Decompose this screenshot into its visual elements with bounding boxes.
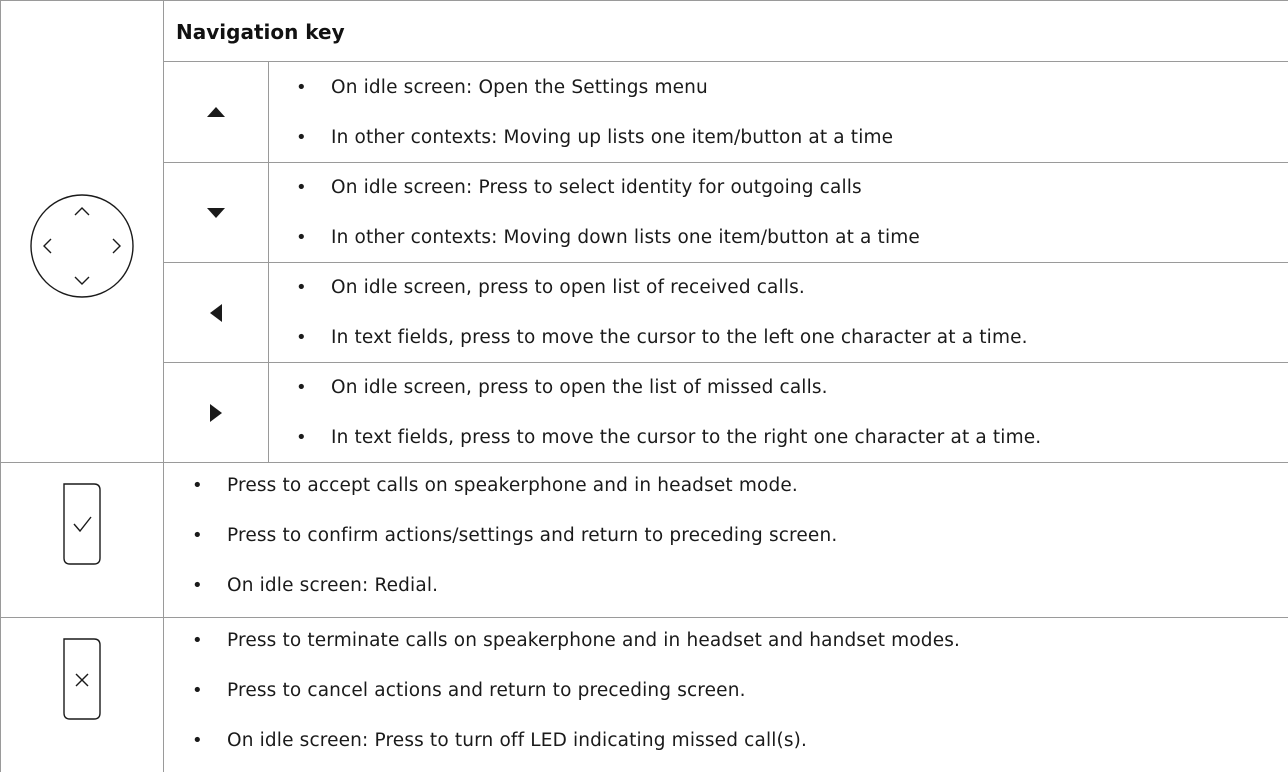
- bullet: •: [296, 226, 307, 248]
- bullet: •: [192, 574, 203, 596]
- up-arrow-icon: [164, 62, 268, 162]
- bullet: •: [296, 76, 307, 98]
- bullet: •: [296, 126, 307, 148]
- list-item: • Press to accept calls on speakerphone …: [192, 470, 798, 500]
- table-top-border: [0, 0, 1288, 1]
- bullet-text: In text fields, press to move the cursor…: [331, 426, 1042, 448]
- bullet-text: Press to accept calls on speakerphone an…: [227, 474, 798, 496]
- bullet: •: [192, 729, 203, 751]
- title-underline: [163, 61, 1288, 62]
- bullet-text: In text fields, press to move the cursor…: [331, 326, 1028, 348]
- bullet: •: [192, 474, 203, 496]
- bullet-text: In other contexts: Moving down lists one…: [331, 226, 920, 248]
- bullet: •: [296, 176, 307, 198]
- list-item: • Press to terminate calls on speakerpho…: [192, 625, 960, 655]
- bullet-text: On idle screen, press to open list of re…: [331, 276, 805, 298]
- nav-row-divider-3: [163, 362, 1288, 363]
- nav-row-divider-1: [163, 162, 1288, 163]
- list-item: • On idle screen: Open the Settings menu: [296, 72, 708, 102]
- list-item: • In text fields, press to move the curs…: [296, 322, 1028, 352]
- bullet-text: Press to confirm actions/settings and re…: [227, 524, 838, 546]
- left-arrow-icon: [164, 263, 268, 362]
- bullet-text: On idle screen: Open the Settings menu: [331, 76, 708, 98]
- bullet-text: On idle screen: Press to select identity…: [331, 176, 862, 198]
- down-arrow-icon: [164, 163, 268, 262]
- list-item: • On idle screen: Redial.: [192, 570, 438, 600]
- list-item: • On idle screen: Press to turn off LED …: [192, 725, 807, 755]
- bullet-text: On idle screen, press to open the list o…: [331, 376, 828, 398]
- list-item: • On idle screen, press to open list of …: [296, 272, 805, 302]
- list-item: • On idle screen, press to open the list…: [296, 372, 828, 402]
- table-left-border: [0, 0, 1, 772]
- list-item: • Press to cancel actions and return to …: [192, 675, 746, 705]
- cross-key-icon: [60, 635, 104, 723]
- bullet: •: [192, 679, 203, 701]
- bullet: •: [192, 524, 203, 546]
- checkmark-key-icon: [60, 480, 104, 568]
- list-item: • On idle screen: Press to select identi…: [296, 172, 862, 202]
- section-divider-1: [0, 462, 1288, 463]
- bullet: •: [296, 426, 307, 448]
- list-item: • In text fields, press to move the curs…: [296, 422, 1041, 452]
- bullet-text: On idle screen: Redial.: [227, 574, 439, 596]
- bullet-text: Press to terminate calls on speakerphone…: [227, 629, 961, 651]
- list-item: • In other contexts: Moving down lists o…: [296, 222, 920, 252]
- bullet: •: [192, 629, 203, 651]
- bullet: •: [296, 326, 307, 348]
- bullet-text: On idle screen: Press to turn off LED in…: [227, 729, 808, 751]
- navigation-pad-icon: [29, 193, 135, 299]
- bullet: •: [296, 376, 307, 398]
- bullet-text: In other contexts: Moving up lists one i…: [331, 126, 894, 148]
- bullet-text: Press to cancel actions and return to pr…: [227, 679, 746, 701]
- section-divider-2: [0, 617, 1288, 618]
- list-item: • In other contexts: Moving up lists one…: [296, 122, 893, 152]
- list-item: • Press to confirm actions/settings and …: [192, 520, 837, 550]
- bullet: •: [296, 276, 307, 298]
- navigation-key-table: Navigation key • On idle screen: Open th…: [0, 0, 1288, 772]
- section-title: Navigation key: [176, 20, 345, 44]
- right-arrow-icon: [164, 363, 268, 462]
- nav-row-divider-2: [163, 262, 1288, 263]
